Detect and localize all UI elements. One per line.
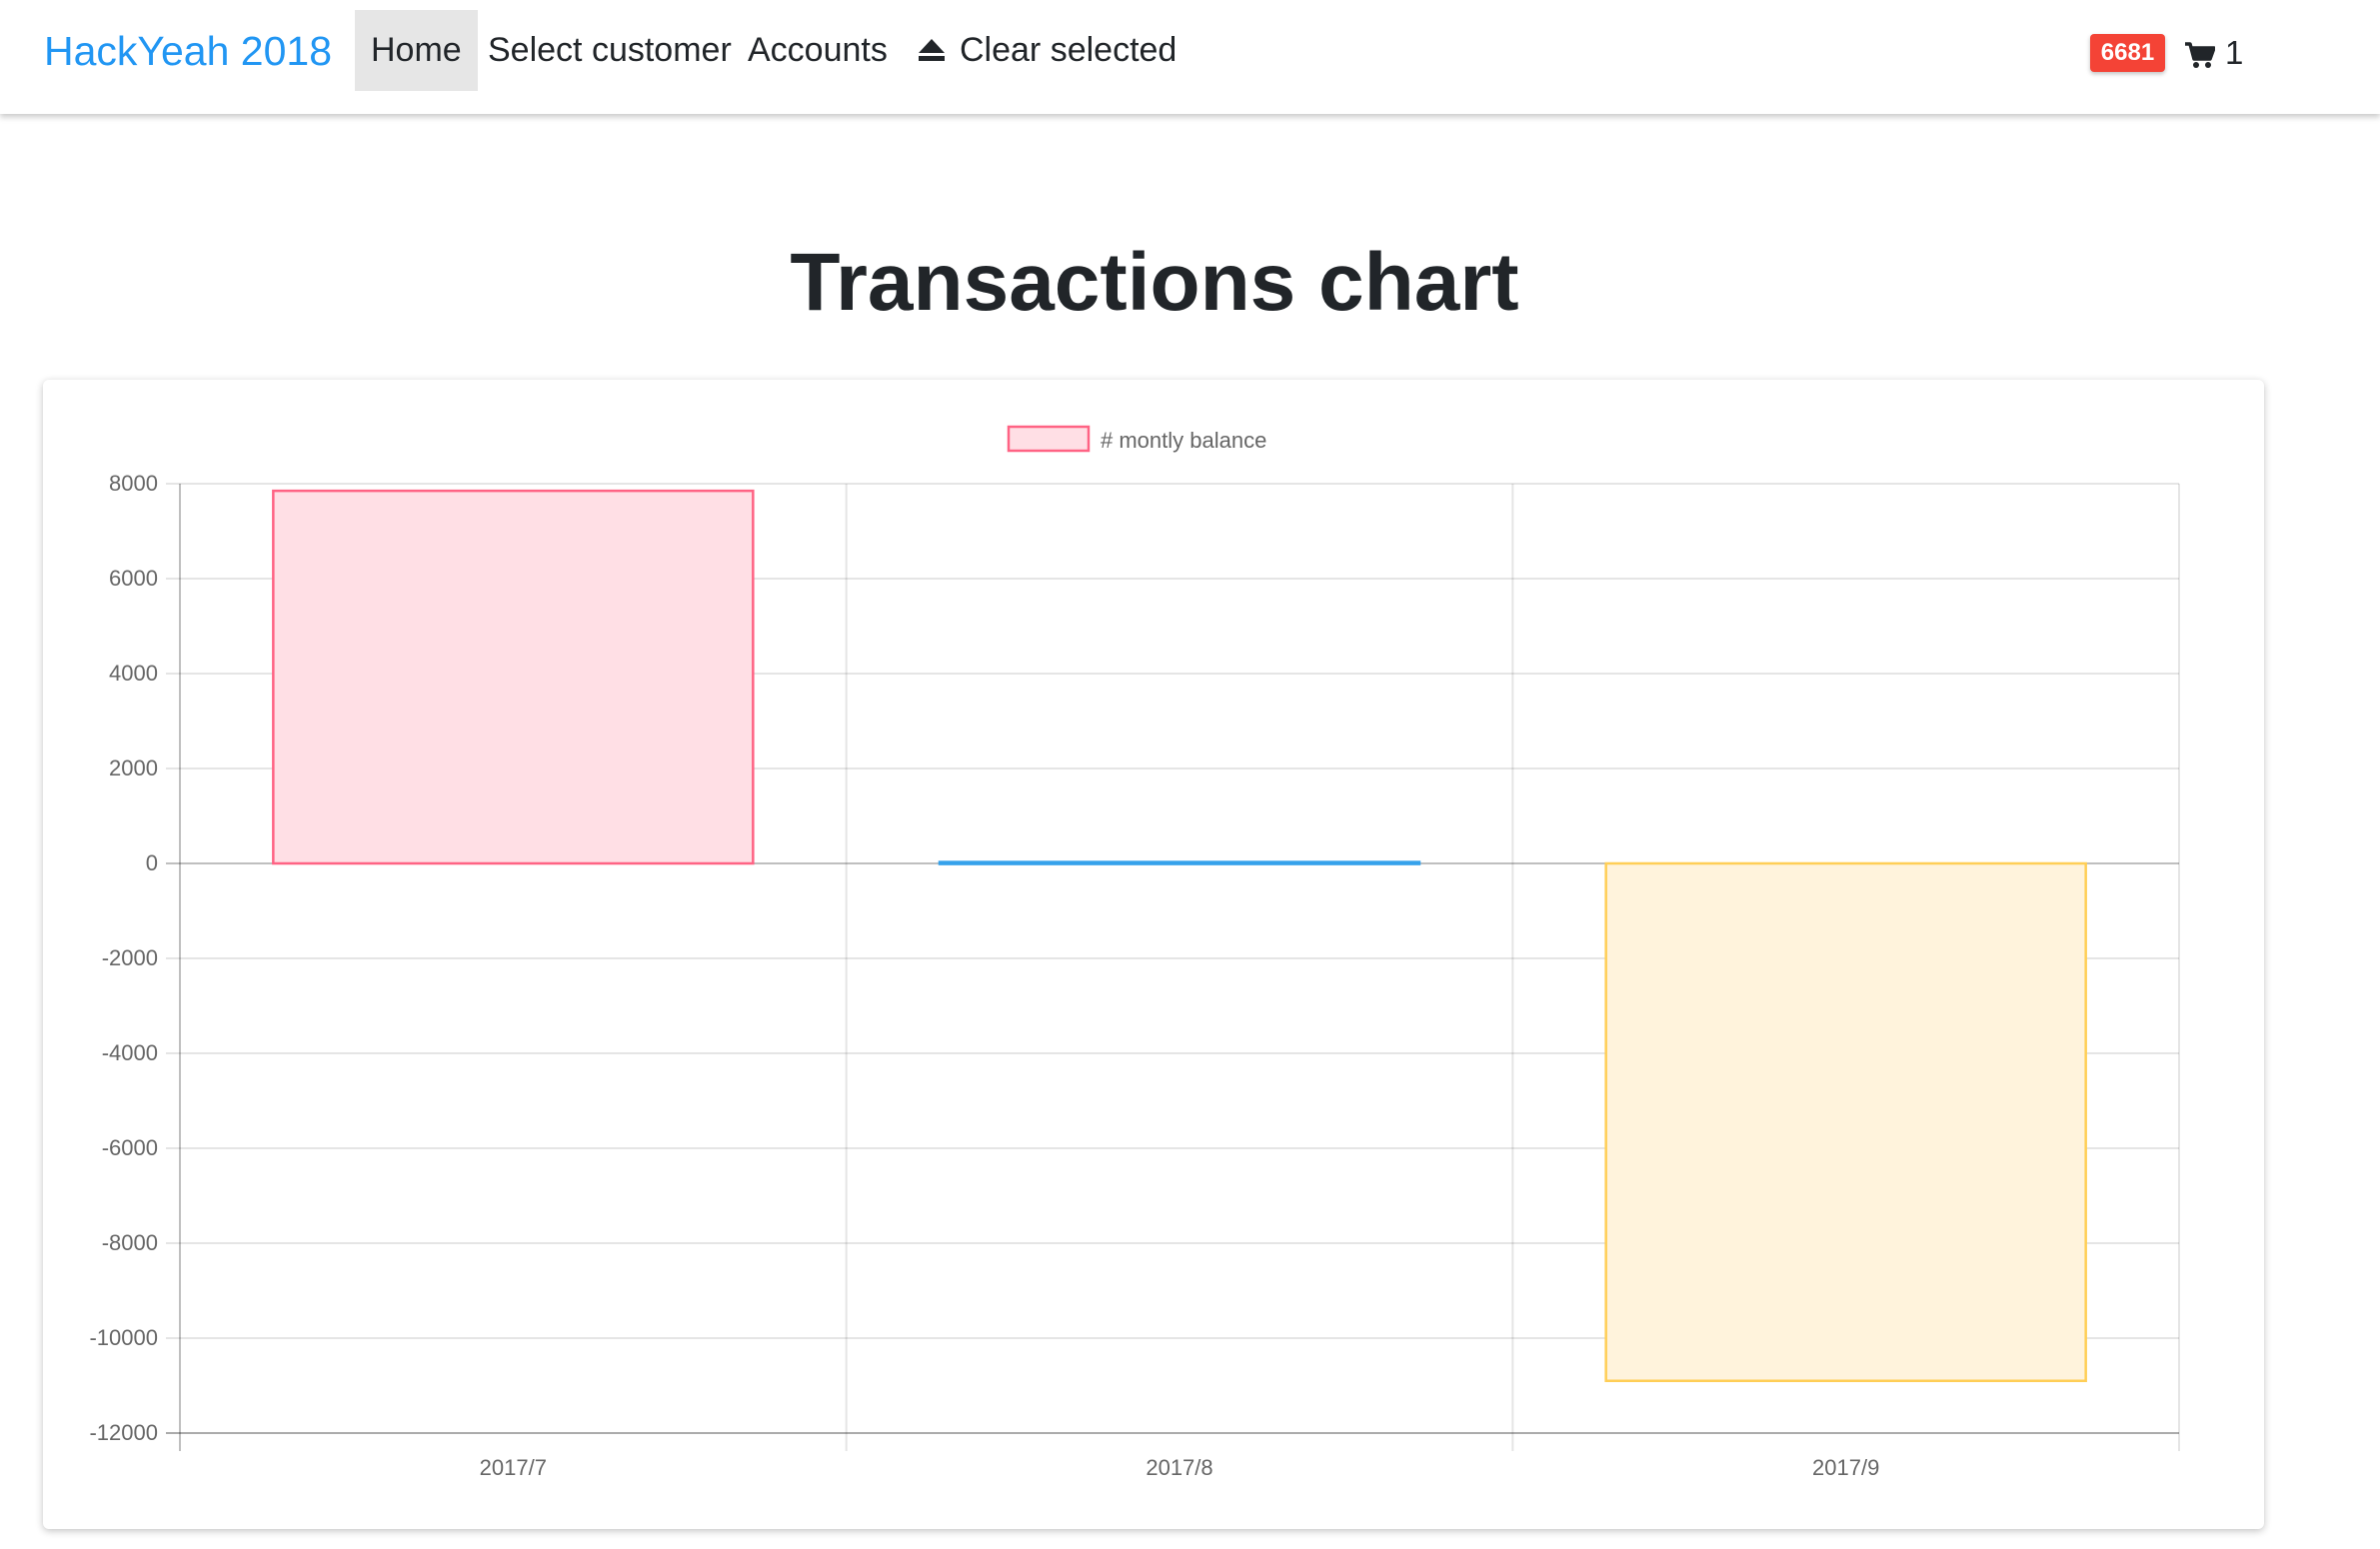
x-tick-label: 2017/9 xyxy=(1812,1455,1879,1480)
nav-select-customer[interactable]: Select customer xyxy=(488,10,732,91)
legend-label: # montly balance xyxy=(1101,428,1266,453)
bar-2017-9 xyxy=(1604,861,2087,1382)
shopping-cart-icon xyxy=(2185,42,2216,68)
chart-card: 8000 6000 4000 2000 0 -2000 -4000 -6000 -8000 -10… xyxy=(43,380,2264,1529)
y-tick-label: 0 xyxy=(146,850,158,875)
y-tick-label: 8000 xyxy=(109,471,158,496)
y-tick-label: -8000 xyxy=(102,1230,158,1255)
y-tick-label: -6000 xyxy=(102,1135,158,1160)
page-title: Transactions chart xyxy=(790,237,1519,328)
top-navbar: HackYeah 2018 Home Select customer Accou… xyxy=(0,0,2380,114)
eject-icon xyxy=(919,39,945,61)
y-tick-label: 6000 xyxy=(109,566,158,591)
bar-2017-8 xyxy=(938,860,1421,865)
x-tick-label: 2017/8 xyxy=(1146,1455,1212,1480)
nav-clear-selected[interactable]: Clear selected xyxy=(918,10,1177,91)
x-tick-label: 2017/7 xyxy=(480,1455,547,1480)
nav-home[interactable]: Home xyxy=(355,10,478,91)
transactions-bar-chart: 8000 6000 4000 2000 0 -2000 -4000 -6000 -8000 -10… xyxy=(89,425,2180,1480)
y-tick-label: 2000 xyxy=(109,756,158,780)
balance-badge: 6681 xyxy=(2090,34,2165,72)
y-tick-label: 4000 xyxy=(109,661,158,686)
y-tick-label: -2000 xyxy=(102,945,158,970)
nav-clear-selected-label: Clear selected xyxy=(960,31,1178,69)
brand-link[interactable]: HackYeah 2018 xyxy=(44,26,332,76)
y-tick-label: -4000 xyxy=(102,1040,158,1065)
cart-count: 1 xyxy=(2225,34,2244,71)
legend-swatch xyxy=(1007,425,1091,453)
y-tick-label: -10000 xyxy=(89,1325,158,1350)
y-tick-label: -12000 xyxy=(89,1420,158,1445)
bar-2017-7 xyxy=(272,489,755,865)
nav-accounts[interactable]: Accounts xyxy=(748,10,888,91)
cart-button[interactable]: 1 xyxy=(2185,28,2243,78)
